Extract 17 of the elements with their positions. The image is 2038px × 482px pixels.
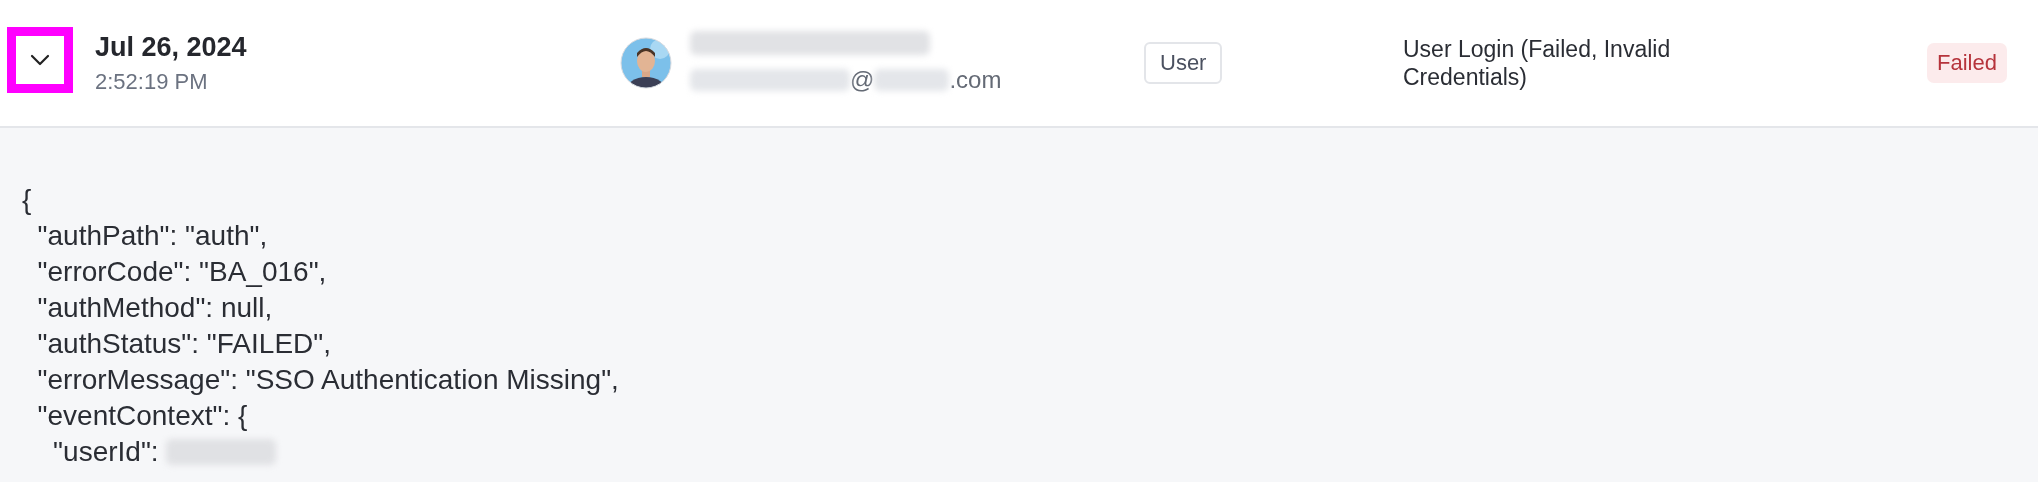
role-badge: User	[1144, 42, 1223, 84]
expand-button[interactable]	[7, 27, 73, 93]
chevron-down-icon	[30, 54, 50, 66]
code-line: "errorCode": "BA_016",	[36, 256, 327, 288]
email-text: .com	[949, 65, 1002, 95]
code-line: {	[22, 184, 32, 216]
status-badge: Failed	[1927, 43, 2007, 83]
code-line: "errorMessage": "SSO Authentication Missing",	[36, 364, 619, 396]
time-text: 2:52:19 PM	[95, 68, 209, 95]
date-text: Jul 26, 2024	[95, 31, 248, 63]
email-text: @	[850, 65, 875, 95]
code-line: "authStatus": "FAILED",	[36, 328, 331, 360]
code-line: "userId":	[52, 436, 160, 468]
code-line: "authPath": "auth",	[36, 220, 268, 252]
code-line: "eventContext": {	[36, 400, 248, 432]
code-line: "authMethod": null,	[36, 292, 273, 324]
event-text: User Login (Failed, Invalid Credentials)	[1403, 35, 1672, 91]
